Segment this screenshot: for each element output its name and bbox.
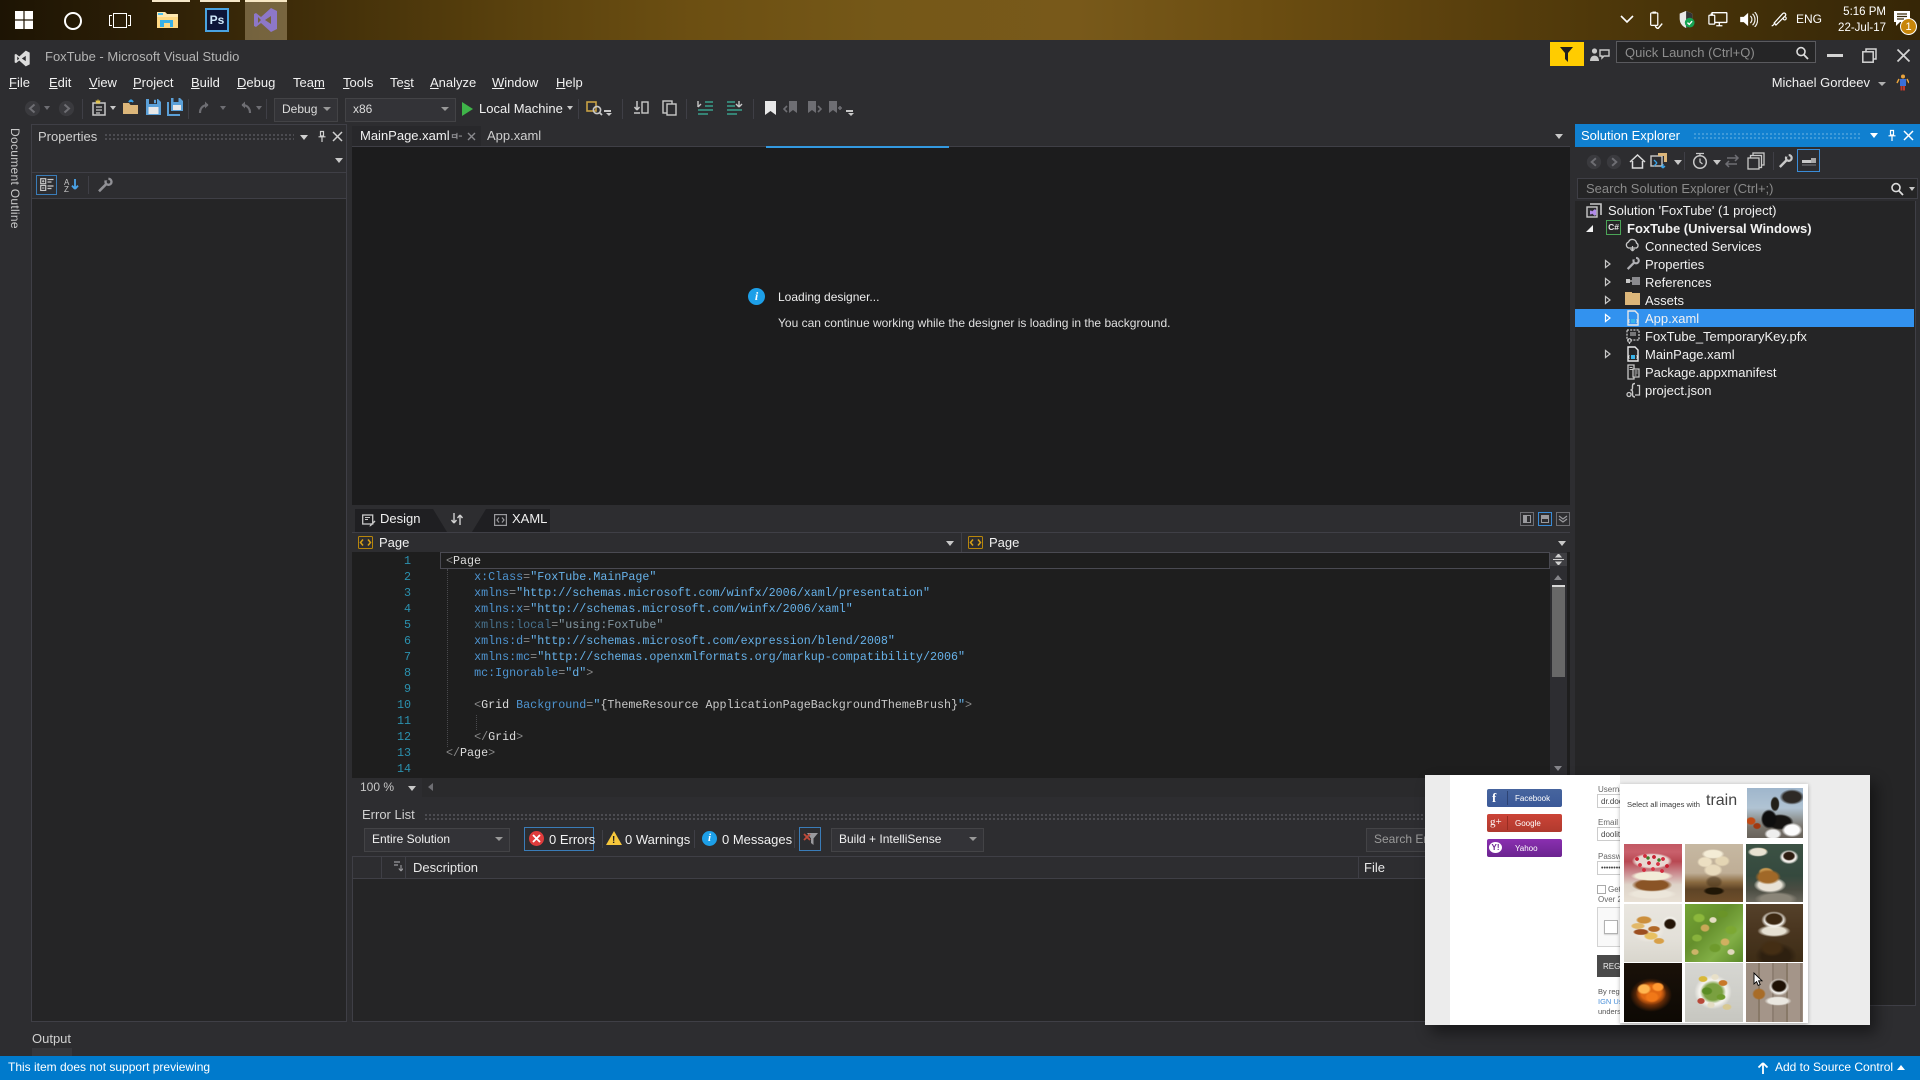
svg-text:Z: Z — [64, 185, 69, 192]
